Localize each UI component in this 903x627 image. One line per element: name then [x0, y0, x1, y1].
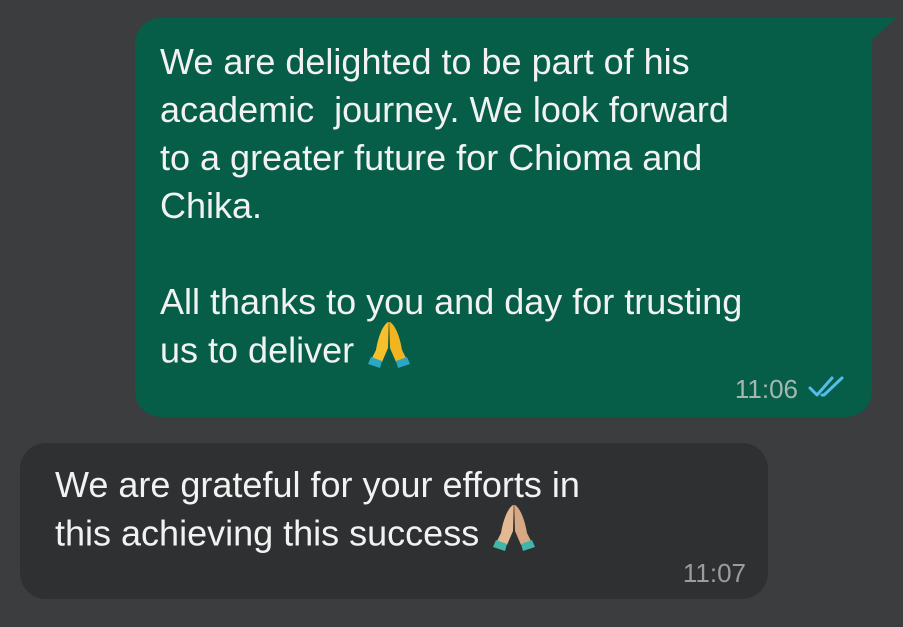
- message-text: We are grateful for your efforts in this…: [55, 461, 695, 563]
- outgoing-message-bubble[interactable]: We are delighted to be part of his acade…: [135, 18, 896, 417]
- incoming-message-bubble[interactable]: We are grateful for your efforts in this…: [20, 443, 768, 599]
- message-meta: 11:07: [683, 558, 746, 589]
- message-time: 11:07: [682, 558, 746, 588]
- double-check-read-icon: [808, 375, 848, 404]
- message-text: We are delighted to be part of his acade…: [160, 38, 860, 380]
- folded-hands-icon: [368, 318, 411, 380]
- message-time: 11:06: [734, 374, 798, 404]
- bubble-tail: [872, 18, 896, 40]
- message-meta: 11:06: [735, 374, 848, 405]
- folded-hands-icon: [493, 501, 536, 563]
- chat-conversation: We are delighted to be part of his acade…: [0, 0, 903, 627]
- message-body: We are delighted to be part of his acade…: [160, 41, 743, 371]
